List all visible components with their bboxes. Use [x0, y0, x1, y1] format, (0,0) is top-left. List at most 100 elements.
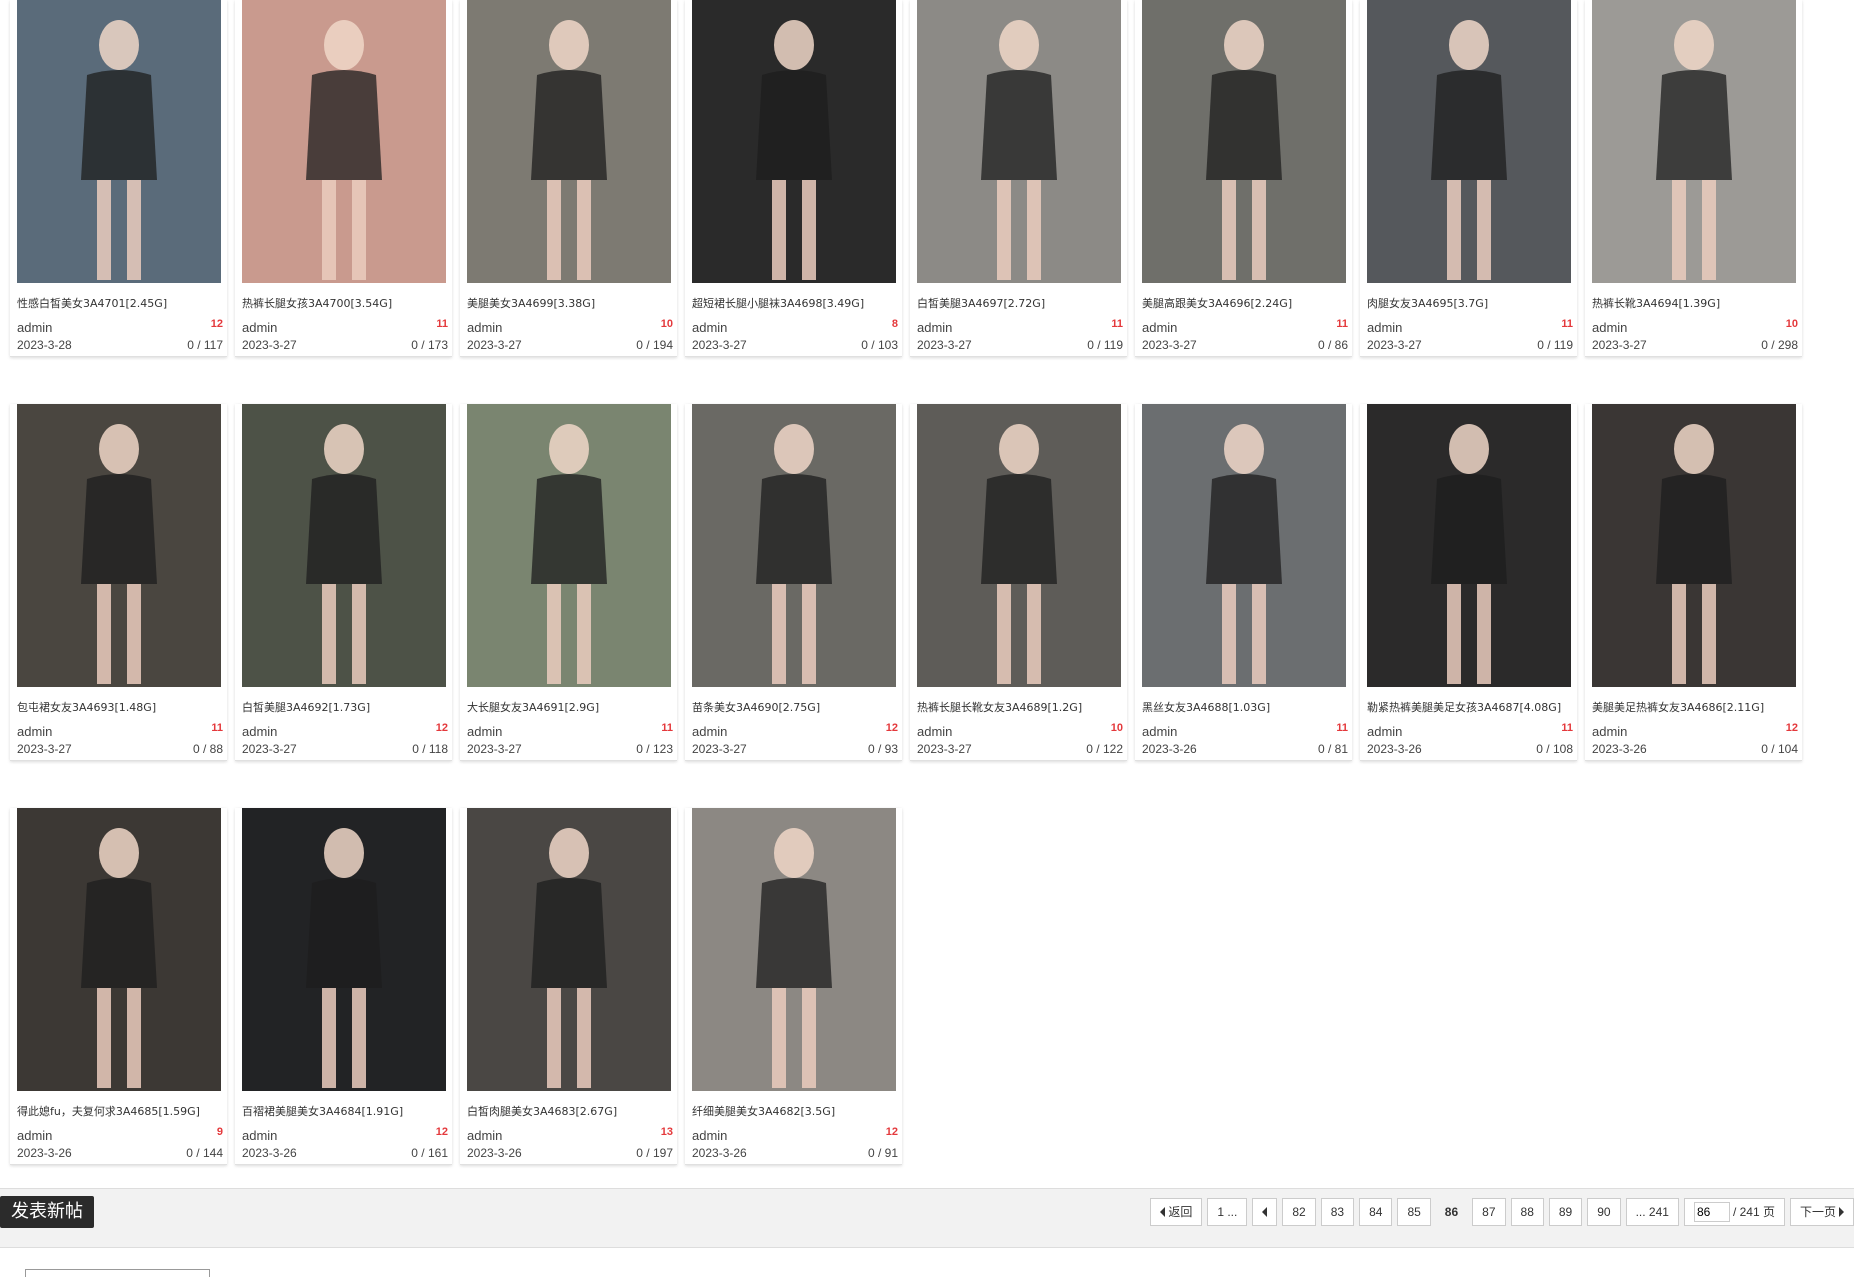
- thread-author[interactable]: admin: [17, 320, 52, 335]
- view-count: 0 / 108: [1536, 742, 1573, 756]
- page-first[interactable]: 1 ...: [1207, 1198, 1248, 1226]
- prev-page-button[interactable]: [1252, 1198, 1278, 1226]
- thread-card[interactable]: 热裤长靴3A4694[1.39G] admin 10 2023-3-27 0 / 298: [1585, 0, 1802, 357]
- thread-title[interactable]: 苗条美女3A4690[2.75G]: [692, 699, 902, 715]
- thread-thumbnail[interactable]: [692, 808, 896, 1091]
- footer-input-box[interactable]: [25, 1269, 210, 1277]
- thread-author[interactable]: admin: [1142, 320, 1177, 335]
- thread-thumbnail[interactable]: [242, 404, 446, 687]
- thread-date: 2023-3-26: [242, 1146, 297, 1160]
- thread-author[interactable]: admin: [467, 1128, 502, 1143]
- page-jump-input[interactable]: [1693, 1202, 1730, 1222]
- page-90[interactable]: 90: [1587, 1198, 1621, 1226]
- thread-card[interactable]: 美腿美足热裤女友3A4686[2.11G] admin 12 2023-3-26 0 /…: [1585, 404, 1802, 761]
- page-85[interactable]: 85: [1397, 1198, 1431, 1226]
- thread-title[interactable]: 纤细美腿美女3A4682[3.5G]: [692, 1103, 902, 1119]
- thread-thumbnail[interactable]: [1142, 0, 1346, 283]
- back-button[interactable]: 返回: [1150, 1198, 1203, 1226]
- thread-thumbnail[interactable]: [242, 0, 446, 283]
- page-87[interactable]: 87: [1472, 1198, 1506, 1226]
- thread-card[interactable]: 苗条美女3A4690[2.75G] admin 12 2023-3-27 0 / 93: [685, 404, 902, 761]
- thread-title[interactable]: 超短裙长腿小腿袜3A4698[3.49G]: [692, 295, 902, 311]
- page-88[interactable]: 88: [1510, 1198, 1544, 1226]
- thread-title[interactable]: 大长腿女友3A4691[2.9G]: [467, 699, 677, 715]
- thread-author[interactable]: admin: [467, 724, 502, 739]
- thread-thumbnail[interactable]: [17, 0, 221, 283]
- thread-thumbnail[interactable]: [467, 808, 671, 1091]
- page-83[interactable]: 83: [1320, 1198, 1355, 1226]
- thread-author[interactable]: admin: [1367, 724, 1402, 739]
- thread-thumbnail[interactable]: [1367, 404, 1571, 687]
- thread-title[interactable]: 美腿美足热裤女友3A4686[2.11G]: [1592, 699, 1802, 715]
- thread-author[interactable]: admin: [1142, 724, 1177, 739]
- thread-author[interactable]: admin: [692, 320, 727, 335]
- new-post-button[interactable]: 发表新帖: [0, 1196, 94, 1228]
- thread-card[interactable]: 大长腿女友3A4691[2.9G] admin 11 2023-3-27 0 / 123: [460, 404, 677, 761]
- thread-card[interactable]: 白皙美腿3A4697[2.72G] admin 11 2023-3-27 0 / 119: [910, 0, 1127, 357]
- thread-thumbnail[interactable]: [467, 0, 671, 283]
- thread-thumbnail[interactable]: [692, 0, 896, 283]
- thread-card[interactable]: 美腿高跟美女3A4696[2.24G] admin 11 2023-3-27 0 / 8…: [1135, 0, 1352, 357]
- thread-author[interactable]: admin: [1592, 320, 1627, 335]
- thread-author[interactable]: admin: [17, 1128, 52, 1143]
- thread-card[interactable]: 白皙肉腿美女3A4683[2.67G] admin 13 2023-3-26 0 / 1…: [460, 808, 677, 1165]
- page-last[interactable]: ... 241: [1625, 1198, 1679, 1226]
- page-82[interactable]: 82: [1282, 1198, 1316, 1226]
- thread-card[interactable]: 热裤长腿长靴女友3A4689[1.2G] admin 10 2023-3-27 0 / …: [910, 404, 1127, 761]
- thread-author[interactable]: admin: [917, 724, 952, 739]
- thread-thumbnail[interactable]: [1592, 0, 1796, 283]
- thread-card[interactable]: 性感白皙美女3A4701[2.45G] admin 12 2023-3-28 0 / 1…: [10, 0, 227, 357]
- thread-thumbnail[interactable]: [242, 808, 446, 1091]
- page-89[interactable]: 89: [1548, 1198, 1583, 1226]
- thread-title[interactable]: 百褶裙美腿美女3A4684[1.91G]: [242, 1103, 452, 1119]
- thread-author[interactable]: admin: [917, 320, 952, 335]
- thread-card[interactable]: 得此媳fu，夫复何求3A4685[1.59G] admin 9 2023-3-26 0 …: [10, 808, 227, 1165]
- thread-thumbnail[interactable]: [467, 404, 671, 687]
- thread-thumbnail[interactable]: [917, 404, 1121, 687]
- thread-card[interactable]: 百褶裙美腿美女3A4684[1.91G] admin 12 2023-3-26 0 / …: [235, 808, 452, 1165]
- thread-title[interactable]: 肉腿女友3A4695[3.7G]: [1367, 295, 1577, 311]
- thread-card[interactable]: 美腿美女3A4699[3.38G] admin 10 2023-3-27 0 / 194: [460, 0, 677, 357]
- thread-card[interactable]: 白皙美腿3A4692[1.73G] admin 12 2023-3-27 0 / 118: [235, 404, 452, 761]
- thread-card[interactable]: 超短裙长腿小腿袜3A4698[3.49G] admin 8 2023-3-27 0 / …: [685, 0, 902, 357]
- page-84[interactable]: 84: [1359, 1198, 1393, 1226]
- thread-grid: 性感白皙美女3A4701[2.45G] admin 12 2023-3-28 0 / 1…: [10, 0, 1810, 1208]
- thread-title[interactable]: 勒紧热裤美腿美足女孩3A4687[4.08G]: [1367, 699, 1577, 715]
- thread-title[interactable]: 美腿高跟美女3A4696[2.24G]: [1142, 295, 1352, 311]
- thread-card[interactable]: 勒紧热裤美腿美足女孩3A4687[4.08G] admin 11 2023-3-26 0…: [1360, 404, 1577, 761]
- thread-author[interactable]: admin: [242, 1128, 277, 1143]
- thread-title[interactable]: 得此媳fu，夫复何求3A4685[1.59G]: [17, 1103, 227, 1119]
- thread-thumbnail[interactable]: [692, 404, 896, 687]
- thread-title[interactable]: 白皙美腿3A4692[1.73G]: [242, 699, 452, 715]
- thread-title[interactable]: 包屯裙女友3A4693[1.48G]: [17, 699, 227, 715]
- thread-card[interactable]: 肉腿女友3A4695[3.7G] admin 11 2023-3-27 0 / 119: [1360, 0, 1577, 357]
- thread-author[interactable]: admin: [17, 724, 52, 739]
- thread-title[interactable]: 性感白皙美女3A4701[2.45G]: [17, 295, 227, 311]
- thread-title[interactable]: 白皙美腿3A4697[2.72G]: [917, 295, 1127, 311]
- thread-title[interactable]: 美腿美女3A4699[3.38G]: [467, 295, 677, 311]
- thread-card[interactable]: 黑丝女友3A4688[1.03G] admin 11 2023-3-26 0 / 81: [1135, 404, 1352, 761]
- thumbnail-figure-icon: [1592, 404, 1796, 687]
- thread-author[interactable]: admin: [1592, 724, 1627, 739]
- next-page-button[interactable]: 下一页: [1789, 1198, 1854, 1226]
- thread-author[interactable]: admin: [1367, 320, 1402, 335]
- thread-title[interactable]: 白皙肉腿美女3A4683[2.67G]: [467, 1103, 677, 1119]
- thread-thumbnail[interactable]: [917, 0, 1121, 283]
- thread-card[interactable]: 纤细美腿美女3A4682[3.5G] admin 12 2023-3-26 0 / 91: [685, 808, 902, 1165]
- thread-author[interactable]: admin: [242, 320, 277, 335]
- thread-thumbnail[interactable]: [1367, 0, 1571, 283]
- thread-title[interactable]: 热裤长靴3A4694[1.39G]: [1592, 295, 1802, 311]
- thread-card[interactable]: 热裤长腿女孩3A4700[3.54G] admin 11 2023-3-27 0 / 1…: [235, 0, 452, 357]
- thread-author[interactable]: admin: [242, 724, 277, 739]
- thread-card[interactable]: 包屯裙女友3A4693[1.48G] admin 11 2023-3-27 0 / 88: [10, 404, 227, 761]
- thread-thumbnail[interactable]: [17, 404, 221, 687]
- thread-author[interactable]: admin: [692, 724, 727, 739]
- thread-title[interactable]: 热裤长腿女孩3A4700[3.54G]: [242, 295, 452, 311]
- thread-author[interactable]: admin: [692, 1128, 727, 1143]
- thread-title[interactable]: 热裤长腿长靴女友3A4689[1.2G]: [917, 699, 1127, 715]
- thread-thumbnail[interactable]: [1592, 404, 1796, 687]
- thread-thumbnail[interactable]: [17, 808, 221, 1091]
- thread-title[interactable]: 黑丝女友3A4688[1.03G]: [1142, 699, 1352, 715]
- thread-thumbnail[interactable]: [1142, 404, 1346, 687]
- thread-author[interactable]: admin: [467, 320, 502, 335]
